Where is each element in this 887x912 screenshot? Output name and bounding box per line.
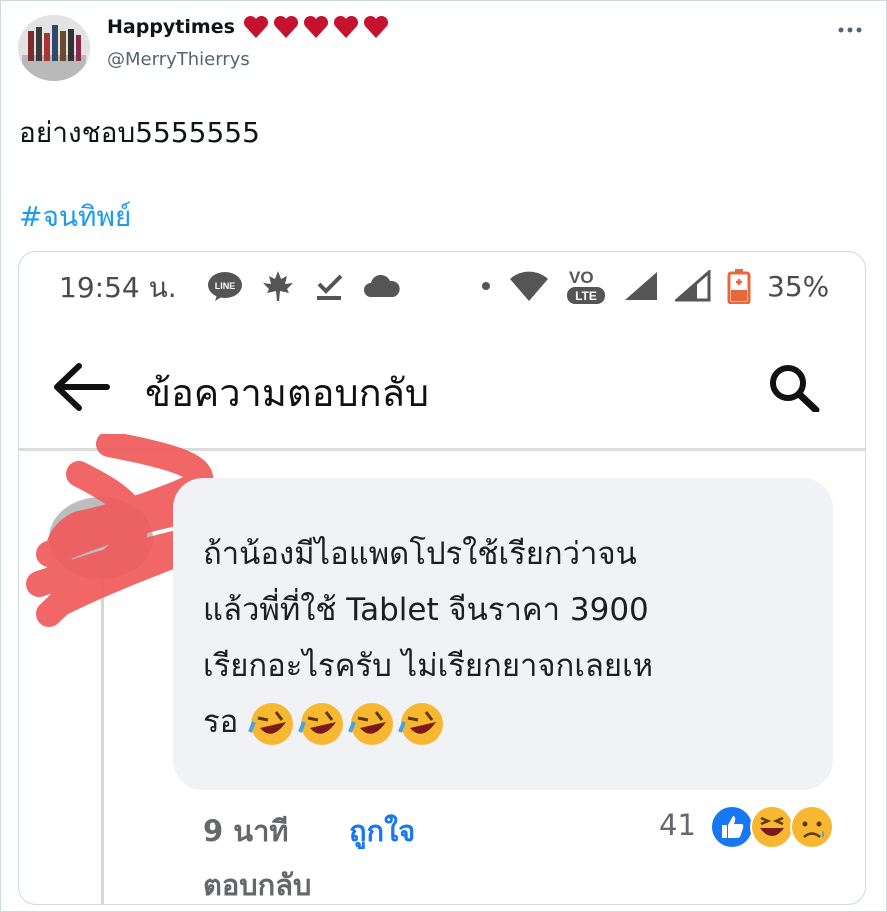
reaction-icons[interactable] [709, 804, 835, 850]
status-time: 19:54 น. [59, 271, 177, 304]
signal-icon [625, 272, 657, 300]
comment-line: เรียกอะไรครับ ไม่เรียกยาจกเลยเห [203, 648, 654, 684]
name-row: Happytimes [107, 15, 389, 39]
tweet-text: อย่างชอบ5555555 [19, 116, 260, 149]
reply-button[interactable]: ตอบกลับ [203, 862, 311, 904]
like-button[interactable]: ถูกใจ [349, 808, 415, 854]
tweet-media[interactable]: 19:54 น. LINE VO LTE 35% ข้อความตอบกลับ … [18, 251, 866, 905]
heart-icon [273, 15, 298, 38]
user-handle[interactable]: @MerryThierrys [107, 49, 250, 70]
volte-icon: VO LTE [567, 268, 605, 304]
hashtag-link[interactable]: #จนทิพย์ [19, 195, 131, 239]
status-icons-right: VO LTE 35% [479, 266, 829, 306]
reaction-count[interactable]: 41 [659, 808, 696, 842]
comment-line: แล้วพี่ที่ใช้ Tablet จีนราคา 3900 [203, 592, 649, 628]
page-title: ข้อความตอบกลับ [145, 371, 429, 415]
comment-line: ถ้าน้องมีไอแพดโปรใช้เรียกว่าจน [203, 536, 637, 572]
svg-text:LINE: LINE [215, 281, 236, 291]
maple-leaf-icon [263, 271, 293, 301]
comment-time: 9 นาที [203, 814, 289, 848]
heart-icon [363, 15, 388, 38]
more-icon[interactable] [837, 15, 863, 40]
comment-line: รอ [203, 704, 239, 740]
heart-icon [243, 15, 268, 38]
rolling-laughing-emoji [248, 702, 294, 745]
dot-icon [482, 282, 490, 290]
svg-text:LTE: LTE [575, 289, 597, 303]
signal-icon [675, 270, 711, 302]
sad-reaction-icon [790, 805, 834, 849]
emoji-group [248, 700, 446, 748]
comment-bubble[interactable]: ถ้าน้องมีไอแพดโปรใช้เรียกว่าจน แล้วพี่ที… [173, 478, 833, 790]
avatar-image [18, 15, 90, 81]
search-icon[interactable] [764, 362, 824, 414]
cloud-icon [364, 274, 400, 297]
rolling-laughing-emoji [348, 702, 394, 745]
battery-percent: 35% [767, 269, 830, 303]
display-name[interactable]: Happytimes [107, 16, 235, 38]
name-emoji-group [243, 15, 389, 39]
svg-text:VO: VO [569, 268, 594, 287]
comment-text: ถ้าน้องมีไอแพดโปรใช้เรียกว่าจน แล้วพี่ที… [203, 526, 823, 750]
tweet-card: Happytimes @MerryThierrys อย่างชอบ555555… [0, 0, 887, 912]
line-icon: LINE [208, 272, 242, 301]
status-icons-left: LINE [207, 266, 401, 306]
download-check-icon [317, 274, 343, 300]
rolling-laughing-emoji [398, 702, 444, 745]
avatar[interactable] [18, 15, 90, 81]
rolling-laughing-emoji [298, 702, 344, 745]
comment-last-line: รอ [203, 694, 823, 750]
heart-icon [303, 15, 328, 38]
battery-icon [727, 269, 751, 304]
wifi-icon [510, 271, 548, 301]
heart-icon [333, 15, 358, 38]
arrow-left-icon[interactable] [53, 362, 113, 412]
